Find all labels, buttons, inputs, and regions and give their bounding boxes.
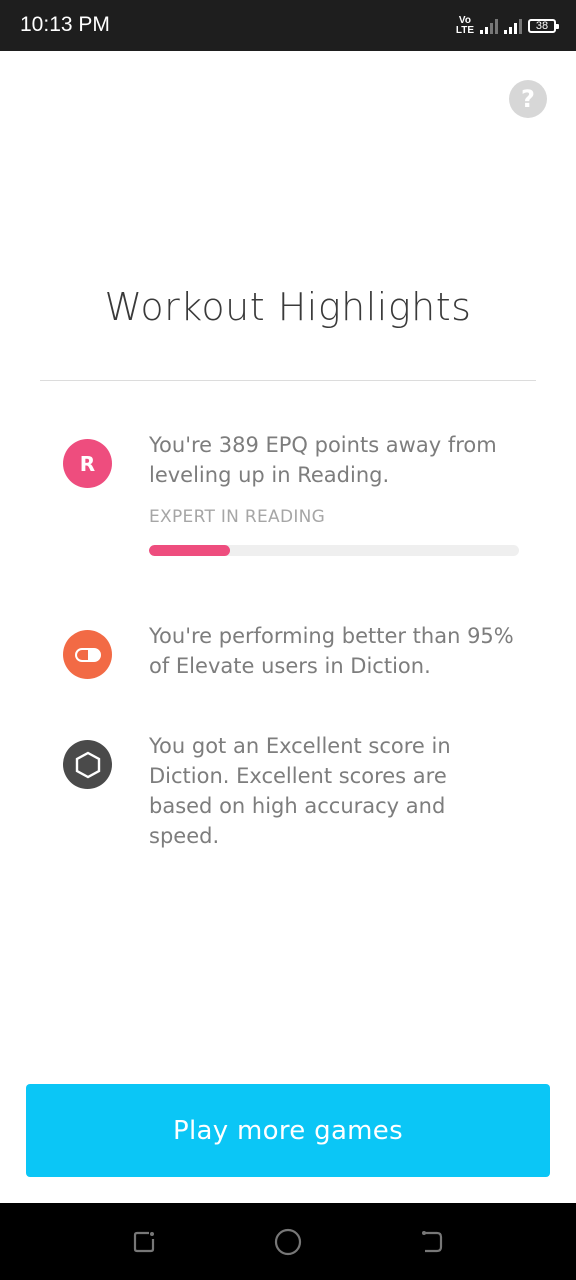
highlight-reading-text: You're 389 EPQ points away from leveling… [149,433,497,487]
volte-icon: Vo LTE [455,15,474,36]
signal-icon [480,18,498,34]
level-progress-bar [149,545,519,556]
navigation-bar [0,1203,576,1280]
excellent-hexagon-icon [63,740,112,789]
level-progress-fill [149,545,231,556]
diction-pill-icon [63,630,112,679]
question-mark-icon: ? [521,85,535,113]
highlight-excellent-text: You got an Excellent score in Diction. E… [149,734,451,848]
signal-icon-2 [504,18,522,34]
page-title: Workout Highlights [104,285,472,329]
help-button[interactable]: ? [509,80,547,118]
level-label: EXPERT IN READING [149,507,326,527]
status-time: 10:13 PM [20,13,110,36]
status-icons: Vo LTE 38 [455,12,559,40]
home-circle-icon[interactable] [273,1227,303,1257]
divider [40,380,536,381]
highlight-diction-text: You're performing better than 95% of Ele… [149,624,514,678]
reading-r-icon: R [63,439,112,488]
battery-icon: 38 [528,19,559,33]
play-more-games-button[interactable]: Play more games [26,1084,550,1177]
back-icon[interactable] [417,1227,447,1257]
recent-apps-icon[interactable] [129,1227,159,1257]
status-bar: 10:13 PM Vo LTE 38 [0,0,576,51]
